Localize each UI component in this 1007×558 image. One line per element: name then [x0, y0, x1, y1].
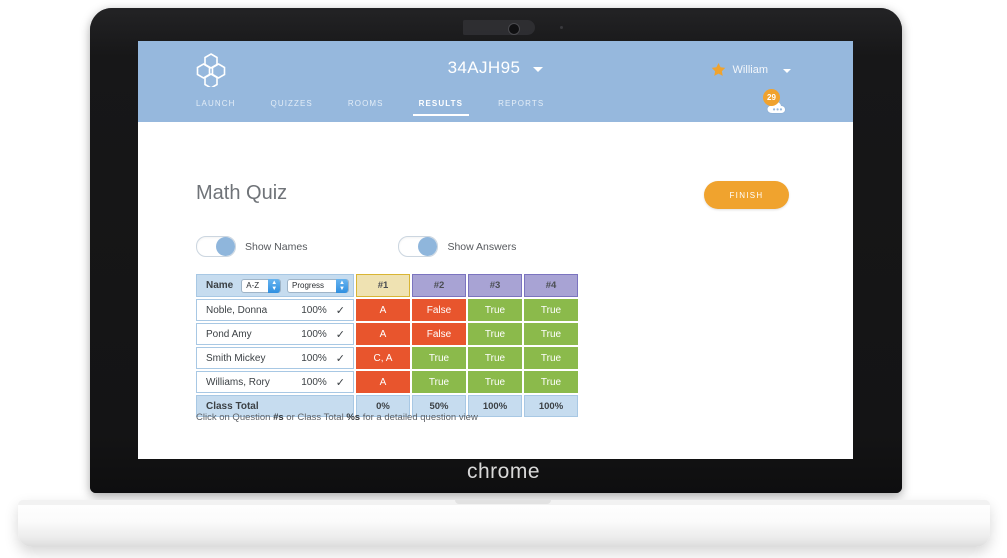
answer-cell[interactable]: C, A	[356, 347, 410, 369]
select-stepper-icon: ▲ ▼	[336, 278, 348, 293]
answer-cell[interactable]: True	[524, 299, 578, 321]
table-header-row: Name A-Z ▲ ▼ Progress ▲ ▼ #1 #2 #3 #4	[196, 274, 578, 299]
student-name: Smith Mickey	[206, 352, 266, 364]
name-header-label: Name	[206, 280, 234, 291]
results-content: Math Quiz FINISH Show Names Show Answers	[138, 122, 853, 459]
laptop-device: chrome 34AJH95 William 29 LAUNCH QUIZZES…	[0, 0, 1007, 558]
show-answers-group: Show Answers	[398, 236, 516, 257]
bezel-sensor-dot	[560, 26, 563, 29]
table-row: Pond Amy 100% ✓ A False True True	[196, 323, 578, 347]
name-column-header: Name A-Z ▲ ▼ Progress ▲ ▼	[196, 274, 354, 297]
answer-cell[interactable]: True	[412, 347, 466, 369]
chevron-down-icon	[783, 68, 791, 73]
page-title: Math Quiz	[196, 182, 288, 204]
user-name-label: William	[732, 63, 768, 76]
student-name: Williams, Rory	[206, 376, 270, 388]
answer-cell[interactable]: True	[468, 299, 522, 321]
table-hint: Click on Question #s or Class Total %s f…	[196, 412, 478, 423]
hint-part-1: Click on Question	[196, 412, 274, 423]
sort-select-value: A-Z	[246, 280, 260, 290]
table-row: Noble, Donna 100% ✓ A False True True	[196, 299, 578, 323]
tab-quizzes[interactable]: QUIZZES	[271, 99, 313, 116]
progress-select-value: Progress	[292, 280, 325, 290]
student-name: Pond Amy	[206, 328, 252, 340]
honeycomb-logo-icon[interactable]	[196, 53, 228, 87]
answer-cell[interactable]: False	[412, 299, 466, 321]
tab-rooms[interactable]: ROOMS	[348, 99, 384, 116]
student-progress: 100%	[301, 304, 327, 316]
hint-bold-1: #s	[273, 412, 284, 423]
show-answers-toggle[interactable]	[398, 236, 439, 257]
show-names-toggle[interactable]	[196, 236, 236, 257]
table-row: Williams, Rory 100% ✓ A True True True	[196, 371, 578, 395]
finish-button[interactable]: FINISH	[704, 181, 789, 209]
show-answers-label: Show Answers	[447, 240, 517, 253]
results-table: Name A-Z ▲ ▼ Progress ▲ ▼ #1 #2 #3 #4 No…	[196, 274, 578, 419]
primary-nav: LAUNCH QUIZZES ROOMS RESULTS REPORTS	[196, 99, 579, 116]
notification-badge: 29	[763, 89, 780, 106]
webcam-notch	[463, 20, 535, 35]
select-stepper-icon: ▲ ▼	[268, 278, 281, 293]
app-header: 34AJH95 William 29 LAUNCH QUIZZES ROOMS …	[138, 41, 853, 122]
room-code-label: 34AJH95	[447, 58, 521, 77]
answer-cell[interactable]: True	[412, 371, 466, 393]
progress-select[interactable]: Progress ▲ ▼	[287, 278, 349, 293]
chrome-wordmark: chrome	[466, 460, 541, 483]
checkmark-icon: ✓	[335, 352, 345, 365]
answer-cell[interactable]: False	[412, 323, 466, 345]
table-row: Smith Mickey 100% ✓ C, A True True True	[196, 347, 578, 371]
student-name-cell[interactable]: Noble, Donna 100% ✓	[196, 299, 354, 321]
answer-cell[interactable]: A	[356, 299, 410, 321]
answer-cell[interactable]: True	[468, 323, 522, 345]
checkmark-icon: ✓	[335, 328, 345, 341]
question-header-4[interactable]: #4	[524, 274, 578, 297]
student-name-cell[interactable]: Smith Mickey 100% ✓	[196, 347, 354, 369]
show-names-group: Show Names	[196, 236, 307, 257]
room-code-button[interactable]: 34AJH95	[448, 58, 544, 78]
student-progress: 100%	[301, 328, 327, 340]
student-name: Noble, Donna	[206, 304, 268, 316]
notifications-button[interactable]: 29	[757, 89, 791, 117]
show-names-label: Show Names	[245, 240, 308, 253]
answer-cell[interactable]: A	[356, 371, 410, 393]
question-header-2[interactable]: #2	[412, 274, 466, 297]
answer-cell[interactable]: True	[524, 347, 578, 369]
answer-cell[interactable]: True	[524, 323, 578, 345]
laptop-base	[18, 500, 990, 547]
toggle-knob	[418, 237, 438, 256]
answer-cell[interactable]: True	[468, 347, 522, 369]
checkmark-icon: ✓	[335, 376, 345, 389]
student-progress: 100%	[301, 376, 327, 388]
answer-cell[interactable]: A	[356, 323, 410, 345]
hint-part-3: for a detailed question view	[360, 412, 478, 423]
chevron-down-icon	[533, 67, 544, 73]
checkmark-icon: ✓	[335, 304, 345, 317]
answer-cell[interactable]: True	[468, 371, 522, 393]
tab-reports[interactable]: REPORTS	[498, 99, 544, 116]
webcam-lens-icon	[508, 23, 520, 35]
answer-cell[interactable]: True	[524, 371, 578, 393]
hint-part-2: or Class Total	[283, 412, 347, 423]
sort-select[interactable]: A-Z ▲ ▼	[241, 278, 282, 293]
browser-screen: 34AJH95 William 29 LAUNCH QUIZZES ROOMS …	[138, 41, 853, 459]
student-name-cell[interactable]: Pond Amy 100% ✓	[196, 323, 354, 345]
class-total-cell-4[interactable]: 100%	[524, 395, 578, 417]
question-header-1[interactable]: #1	[356, 274, 410, 297]
toggle-knob	[216, 237, 235, 256]
student-progress: 100%	[301, 352, 327, 364]
toggle-row: Show Names Show Answers	[196, 236, 516, 257]
user-menu[interactable]: William	[711, 62, 791, 77]
hint-bold-2: %s	[346, 412, 361, 423]
tab-launch[interactable]: LAUNCH	[196, 99, 236, 116]
star-icon	[711, 62, 725, 76]
laptop-base-notch	[455, 500, 551, 504]
tab-results[interactable]: RESULTS	[412, 99, 470, 116]
question-header-3[interactable]: #3	[468, 274, 522, 297]
student-name-cell[interactable]: Williams, Rory 100% ✓	[196, 371, 354, 393]
